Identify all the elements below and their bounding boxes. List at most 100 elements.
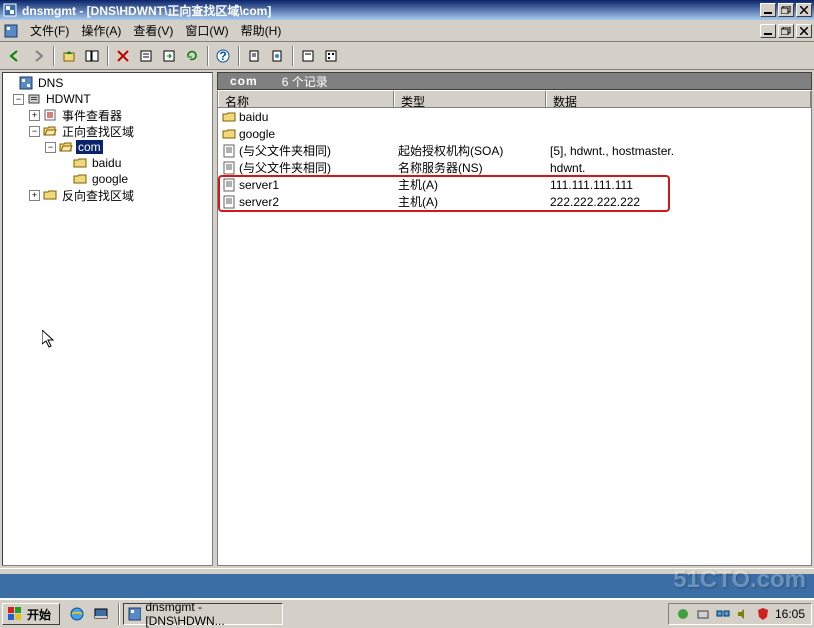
tree-node-com[interactable]: − com: [3, 139, 212, 155]
folder-open-icon: [58, 139, 74, 155]
column-header-data[interactable]: 数据: [546, 91, 811, 107]
list-row[interactable]: server1主机(A)111.111.111.111: [218, 176, 811, 193]
record-count: 6 个记录: [282, 73, 328, 90]
refresh-button[interactable]: [181, 45, 203, 67]
cell-name: (与父文件夹相同): [239, 159, 331, 176]
mdi-restore-button[interactable]: [778, 24, 794, 38]
tree-label: 事件查看器: [60, 107, 124, 124]
restore-button[interactable]: [778, 3, 794, 17]
menu-window[interactable]: 窗口(W): [179, 20, 234, 41]
toolbar-separator: [292, 46, 293, 66]
tree-label: 正向查找区域: [60, 123, 136, 140]
clock[interactable]: 16:05: [775, 607, 805, 621]
start-button[interactable]: 开始: [2, 603, 60, 625]
taskbar: 开始 dnsmgmt - [DNS\HDWN... 16:05: [0, 598, 814, 628]
tree-label: 反向查找区域: [60, 187, 136, 204]
menu-help[interactable]: 帮助(H): [235, 20, 288, 41]
statusbar-area: [0, 568, 814, 574]
cell-data: [5], hdwnt., hostmaster.: [546, 144, 811, 158]
cell-name: server2: [239, 195, 279, 209]
column-header-name[interactable]: 名称: [218, 91, 394, 107]
quick-launch: [66, 603, 112, 625]
show-desktop-icon[interactable]: [90, 603, 112, 625]
taskbar-task-dnsmgmt[interactable]: dnsmgmt - [DNS\HDWN...: [123, 603, 283, 625]
path-text: com: [230, 74, 258, 88]
list-body[interactable]: baidugoogle(与父文件夹相同)起始授权机构(SOA)[5], hdwn…: [217, 108, 812, 566]
tray-icon[interactable]: [695, 606, 711, 622]
tree-label: google: [90, 172, 130, 186]
tree-node-google[interactable]: google: [3, 171, 212, 187]
menu-file[interactable]: 文件(F): [24, 20, 75, 41]
app-icon: [2, 2, 18, 18]
list-row[interactable]: (与父文件夹相同)起始授权机构(SOA)[5], hdwnt., hostmas…: [218, 142, 811, 159]
cell-name: server1: [239, 178, 279, 192]
title-bar: dnsmgmt - [DNS\HDWNT\正向查找区域\com]: [0, 0, 814, 20]
export-button[interactable]: [158, 45, 180, 67]
tree-node-baidu[interactable]: baidu: [3, 155, 212, 171]
new-record-button[interactable]: [243, 45, 265, 67]
start-label: 开始: [27, 606, 51, 623]
cell-name: (与父文件夹相同): [239, 142, 331, 159]
new-zone-button[interactable]: [266, 45, 288, 67]
ie-icon[interactable]: [66, 603, 88, 625]
folder-open-icon: [42, 123, 58, 139]
menu-view[interactable]: 查看(V): [127, 20, 179, 41]
list-pane: com 6 个记录 名称 类型 数据 baidugoogle(与父文件夹相同)起…: [217, 72, 812, 566]
expand-icon[interactable]: +: [29, 110, 40, 121]
collapse-icon[interactable]: −: [13, 94, 24, 105]
tree-node-eventviewer[interactable]: + 事件查看器: [3, 107, 212, 123]
tray-shield-icon[interactable]: [755, 606, 771, 622]
tree-node-rev-zone[interactable]: + 反向查找区域: [3, 187, 212, 203]
properties-button[interactable]: [135, 45, 157, 67]
help-button[interactable]: ?: [212, 45, 234, 67]
minimize-button[interactable]: [760, 3, 776, 17]
taskbar-separator: [118, 603, 119, 625]
collapse-icon[interactable]: −: [29, 126, 40, 137]
list-row[interactable]: (与父文件夹相同)名称服务器(NS)hdwnt.: [218, 159, 811, 176]
tree-pane[interactable]: DNS − HDWNT + 事件查看器 − 正向查找区域 − com: [2, 72, 213, 566]
collapse-icon[interactable]: −: [45, 142, 56, 153]
menu-action[interactable]: 操作(A): [75, 20, 127, 41]
expand-icon[interactable]: +: [29, 190, 40, 201]
record-icon: [222, 195, 236, 209]
tray-volume-icon[interactable]: [735, 606, 751, 622]
eventviewer-icon: [42, 107, 58, 123]
close-button[interactable]: [796, 3, 812, 17]
folder-icon: [72, 155, 88, 171]
list-row[interactable]: google: [218, 125, 811, 142]
column-header-type[interactable]: 类型: [394, 91, 546, 107]
forward-button[interactable]: [27, 45, 49, 67]
filter-button[interactable]: [297, 45, 319, 67]
tray-network-icon[interactable]: [715, 606, 731, 622]
cell-data: 222.222.222.222: [546, 195, 811, 209]
record-icon: [222, 178, 236, 192]
tree-node-dns[interactable]: DNS: [3, 75, 212, 91]
show-hide-tree-button[interactable]: [81, 45, 103, 67]
options-button[interactable]: [320, 45, 342, 67]
windows-logo-icon: [7, 606, 23, 622]
cell-type: 主机(A): [394, 193, 546, 210]
cell-type: 主机(A): [394, 176, 546, 193]
up-button[interactable]: [58, 45, 80, 67]
folder-icon: [42, 187, 58, 203]
mdi-minimize-button[interactable]: [760, 24, 776, 38]
toolbar: ?: [0, 42, 814, 70]
record-icon: [222, 161, 236, 175]
tree-node-server[interactable]: − HDWNT: [3, 91, 212, 107]
list-header: 名称 类型 数据: [217, 90, 812, 108]
tray-icon[interactable]: [675, 606, 691, 622]
tree-label-selected: com: [76, 140, 103, 154]
content-area: DNS − HDWNT + 事件查看器 − 正向查找区域 − com: [0, 70, 814, 568]
list-row[interactable]: server2 主机(A)222.222.222.222: [218, 193, 811, 210]
toolbar-separator: [107, 46, 108, 66]
cell-data: hdwnt.: [546, 161, 811, 175]
back-button[interactable]: [4, 45, 26, 67]
delete-button[interactable]: [112, 45, 134, 67]
tree-node-fwd-zone[interactable]: − 正向查找区域: [3, 123, 212, 139]
mdi-close-button[interactable]: [796, 24, 812, 38]
toolbar-separator: [53, 46, 54, 66]
window-controls: [760, 3, 812, 17]
window-title: dnsmgmt - [DNS\HDWNT\正向查找区域\com]: [22, 2, 760, 19]
list-row[interactable]: baidu: [218, 108, 811, 125]
cell-name: baidu: [239, 110, 268, 124]
